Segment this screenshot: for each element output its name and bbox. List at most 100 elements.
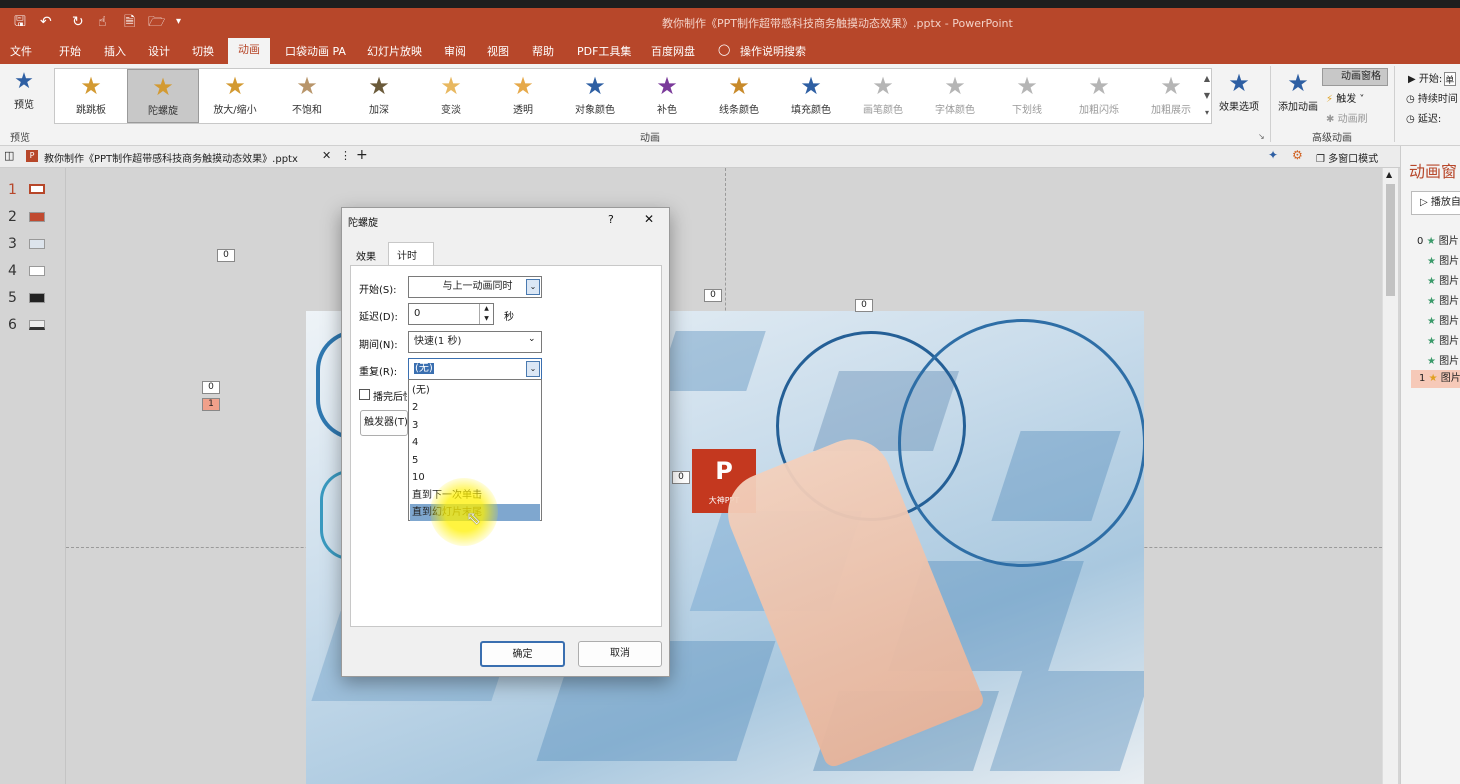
animation-item[interactable]: ★ 图片 xyxy=(1427,252,1459,267)
open-icon[interactable]: 🗁 xyxy=(148,13,165,31)
slide-thumbnail-4[interactable] xyxy=(29,266,45,276)
tab-design[interactable]: 设计 xyxy=(148,43,170,59)
start-dropdown[interactable]: 与上一动画同时 xyxy=(408,276,542,298)
new-tab-button[interactable]: + xyxy=(356,147,368,163)
customize-icon[interactable]: ▾ xyxy=(176,13,181,31)
chevron-down-icon[interactable]: ⌄ xyxy=(528,334,536,344)
effect-bold-reveal[interactable]: ★ 加粗展示 xyxy=(1135,69,1207,123)
animation-item[interactable]: ★ 图片 xyxy=(1427,312,1459,327)
tab-review[interactable]: 审阅 xyxy=(444,43,466,59)
animation-tag[interactable]: 0 xyxy=(704,289,722,302)
animation-painter-button[interactable]: ✱ 动画刷 xyxy=(1326,110,1368,125)
multi-window-button[interactable]: ❐ 多窗口模式 xyxy=(1316,150,1378,165)
trigger-button[interactable]: ⚡ 触发 ˅ xyxy=(1326,90,1364,105)
tab-pdf-tools[interactable]: PDF工具集 xyxy=(577,43,631,59)
tell-me-search[interactable]: 操作说明搜索 xyxy=(740,43,806,59)
panel-icon[interactable]: ◫ xyxy=(4,149,14,162)
effect-underline[interactable]: ★ 下划线 xyxy=(991,69,1063,123)
help-button[interactable]: ? xyxy=(608,213,614,226)
slide-thumbnail-1[interactable] xyxy=(29,184,45,194)
animation-item-selected[interactable]: 1 ★ 图片 xyxy=(1411,370,1460,388)
touch-icon[interactable]: ☝ xyxy=(98,13,107,31)
tab-help[interactable]: 帮助 xyxy=(532,43,554,59)
tab-animations[interactable]: 动画 xyxy=(228,38,270,64)
animation-tag[interactable]: 1 xyxy=(202,398,220,411)
animation-item[interactable]: ★ 图片 xyxy=(1427,332,1459,347)
undo-icon[interactable]: ↶ xyxy=(40,13,52,31)
slide-thumbnail-3[interactable] xyxy=(29,239,45,249)
delay-spinner[interactable]: ▲ ▼ xyxy=(479,304,493,324)
chevron-down-icon[interactable]: ⌄ xyxy=(526,361,540,377)
repeat-option[interactable]: 3 xyxy=(410,417,540,434)
save-icon[interactable]: 🖫 xyxy=(14,13,26,31)
animation-tag[interactable]: 0 xyxy=(672,471,690,484)
repeat-dropdown[interactable]: (无) xyxy=(408,358,542,380)
slide-thumbnail-5[interactable] xyxy=(29,293,45,303)
repeat-option[interactable]: (无) xyxy=(410,382,540,399)
rewind-checkbox[interactable] xyxy=(359,389,370,400)
tab-insert[interactable]: 插入 xyxy=(104,43,126,59)
slide-thumbnail-6[interactable] xyxy=(29,320,45,330)
effect-spin[interactable]: ★ 陀螺旋 xyxy=(127,69,199,123)
effect-complementary-color[interactable]: ★ 补色 xyxy=(631,69,703,123)
preview-button[interactable]: ★ 预览 xyxy=(4,68,44,120)
animation-tag[interactable]: 0 xyxy=(855,299,873,312)
ok-button[interactable]: 确定 xyxy=(480,641,565,667)
dialog-close-button[interactable]: ✕ xyxy=(644,212,654,226)
tab-view[interactable]: 视图 xyxy=(487,43,509,59)
repeat-option[interactable]: 4 xyxy=(410,434,540,451)
effect-line-color[interactable]: ★ 线条颜色 xyxy=(703,69,775,123)
effect-fill-color[interactable]: ★ 填充颜色 xyxy=(775,69,847,123)
add-animation-button[interactable]: ★ 添加动画 xyxy=(1274,68,1322,122)
animation-tag[interactable]: 0 xyxy=(217,249,235,262)
slide-thumbnail-2[interactable] xyxy=(29,212,45,222)
effect-bold-flash[interactable]: ★ 加粗闪烁 xyxy=(1063,69,1135,123)
animation-item[interactable]: 0 ★ 图片 xyxy=(1417,232,1459,247)
new-icon[interactable]: 🗎 xyxy=(124,13,135,31)
chevron-down-icon[interactable]: ⌄ xyxy=(526,279,540,295)
more-icon[interactable]: ⋮ xyxy=(340,149,351,162)
animation-pane-button[interactable]: 动画窗格 xyxy=(1322,68,1388,86)
file-tab-title[interactable]: 教你制作《PPT制作超带感科技商务触摸动态效果》.pptx xyxy=(44,150,298,165)
period-dropdown[interactable]: 快速(1 秒) xyxy=(408,331,542,353)
repeat-option[interactable]: 2 xyxy=(410,399,540,416)
tab-slideshow[interactable]: 幻灯片放映 xyxy=(367,43,422,59)
scroll-thumb[interactable] xyxy=(1386,184,1395,296)
effect-font-color[interactable]: ★ 字体颜色 xyxy=(919,69,991,123)
effect-brush-color[interactable]: ★ 画笔颜色 xyxy=(847,69,919,123)
tab-baidu-netdisk[interactable]: 百度网盘 xyxy=(651,43,695,59)
tab-home[interactable]: 开始 xyxy=(59,43,81,59)
tab-timing[interactable]: 计时 xyxy=(388,242,434,266)
vertical-scrollbar[interactable]: ▲ xyxy=(1382,168,1398,784)
cancel-button[interactable]: 取消 xyxy=(578,641,662,667)
animation-item[interactable]: ★ 图片 xyxy=(1427,272,1459,287)
animation-gallery: ★ 跳跳板 ★ 陀螺旋 ★ 放大/缩小 ★ 不饱和 ★ 加深 ★ 变淡 ★ 透明 ★ 对象颜色 … xyxy=(54,68,1212,124)
effect-grow-shrink[interactable]: ★ 放大/缩小 xyxy=(199,69,271,123)
tab-file[interactable]: 文件 xyxy=(10,43,32,59)
effect-transparency[interactable]: ★ 透明 xyxy=(487,69,559,123)
start-select[interactable]: 单 xyxy=(1444,72,1457,86)
tab-effect[interactable]: 效果 xyxy=(356,248,376,263)
effect-object-color[interactable]: ★ 对象颜色 xyxy=(559,69,631,123)
gallery-scroll[interactable]: ▲ ▼ ▾ xyxy=(1202,70,1212,122)
effect-teeter[interactable]: ★ 跳跳板 xyxy=(55,69,127,123)
pin-icon[interactable]: ✦ xyxy=(1268,148,1278,162)
effect-options-button[interactable]: ★ 效果选项 xyxy=(1216,68,1262,122)
tab-transitions[interactable]: 切换 xyxy=(192,43,214,59)
effect-darken[interactable]: ★ 加深 xyxy=(343,69,415,123)
play-from-button[interactable]: ▷ 播放自 xyxy=(1411,191,1460,215)
effect-desaturate[interactable]: ★ 不饱和 xyxy=(271,69,343,123)
close-tab-icon[interactable]: ✕ xyxy=(322,149,331,162)
redo-icon[interactable]: ↻ xyxy=(72,13,84,31)
mouse-cursor-icon: ⬁ xyxy=(466,508,482,529)
repeat-option[interactable]: 5 xyxy=(410,452,540,469)
settings-gear-icon[interactable]: ⚙ xyxy=(1292,148,1303,162)
scroll-up-icon[interactable]: ▲ xyxy=(1386,170,1392,179)
animation-item[interactable]: ★ 图片 xyxy=(1427,292,1459,307)
tab-pocket-animation[interactable]: 口袋动画 PA xyxy=(285,43,346,59)
animation-item[interactable]: ★ 图片 xyxy=(1427,352,1459,367)
dialog-launcher-icon[interactable]: ↘ xyxy=(1258,132,1265,141)
animation-tag[interactable]: 0 xyxy=(202,381,220,394)
trigger-button[interactable]: 触发器(T) xyxy=(360,410,408,436)
effect-lighten[interactable]: ★ 变淡 xyxy=(415,69,487,123)
